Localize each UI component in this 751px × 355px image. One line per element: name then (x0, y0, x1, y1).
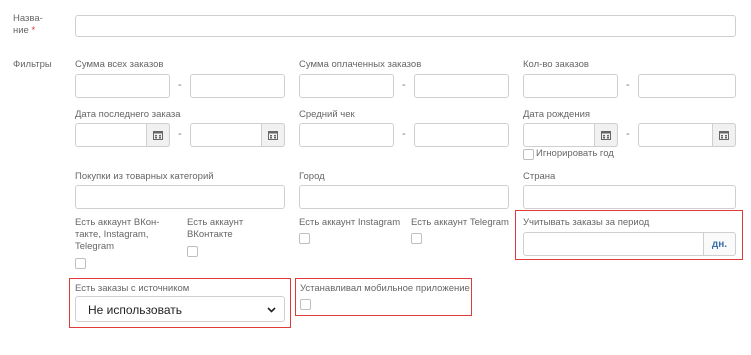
name-label-line2: ние (13, 25, 29, 36)
range-dash: - (178, 128, 182, 140)
country-label: Страна (523, 171, 556, 182)
sum-all-orders-label: Сумма всех заказов (75, 59, 164, 70)
orders-count-label: Кол-во заказов (523, 59, 589, 70)
has-instagram-label: Есть аккаунт Instagram (299, 217, 401, 228)
avg-check-label: Средний чек (299, 109, 355, 120)
avg-check-to[interactable] (414, 123, 509, 147)
range-dash: - (402, 79, 406, 91)
avg-check-from[interactable] (299, 123, 394, 147)
has-vk-label: Есть аккаунт ВКонтакте (187, 217, 244, 240)
name-input[interactable] (75, 15, 736, 37)
has-vk-checkbox[interactable] (187, 246, 198, 257)
range-dash: - (402, 128, 406, 140)
city-input[interactable] (299, 185, 509, 209)
has-vk-insta-tg-checkbox[interactable] (75, 258, 86, 269)
last-order-date-label: Дата последнего заказа (75, 109, 181, 120)
calendar-icon (268, 131, 278, 140)
name-label-line1: Назва- (13, 13, 43, 24)
sum-all-orders-from[interactable] (75, 74, 170, 98)
range-dash: - (626, 128, 630, 140)
mobile-app-checkbox[interactable] (300, 299, 311, 310)
has-instagram-checkbox[interactable] (299, 233, 310, 244)
calendar-button[interactable] (594, 123, 618, 147)
calendar-button[interactable] (712, 123, 736, 147)
has-vk-insta-tg-label: Есть аккаунт ВКон-такте, Instagram, Tele… (75, 217, 160, 252)
birth-date-label: Дата рождения (523, 109, 591, 120)
orders-count-from[interactable] (523, 74, 618, 98)
sum-paid-orders-to[interactable] (414, 74, 509, 98)
filters-label: Фильтры (13, 59, 52, 70)
country-input[interactable] (523, 185, 736, 209)
name-label: Назва- ние * (13, 13, 43, 37)
calendar-icon (601, 131, 611, 140)
orders-source-select[interactable]: Не использовать (75, 296, 285, 322)
categories-label: Покупки из товарных категорий (75, 171, 214, 182)
ignore-year-checkbox[interactable] (523, 149, 534, 160)
calendar-button[interactable] (261, 123, 285, 147)
sum-all-orders-to[interactable] (190, 74, 285, 98)
mobile-app-label: Устанавливал мобильное приложение (300, 283, 470, 294)
has-telegram-label: Есть аккаунт Telegram (411, 217, 509, 228)
required-mark: * (31, 25, 36, 36)
calendar-button[interactable] (146, 123, 170, 147)
orders-count-to[interactable] (638, 74, 736, 98)
sum-paid-orders-from[interactable] (299, 74, 394, 98)
range-dash: - (178, 79, 182, 91)
categories-input[interactable] (75, 185, 285, 209)
has-telegram-checkbox[interactable] (411, 233, 422, 244)
city-label: Город (299, 171, 325, 182)
orders-source-label: Есть заказы с источником (75, 283, 190, 294)
range-dash: - (626, 79, 630, 91)
calendar-icon (719, 131, 729, 140)
orders-period-input[interactable] (523, 232, 704, 256)
days-unit-addon: дн. (704, 232, 736, 256)
orders-period-label: Учитывать заказы за период (523, 217, 650, 228)
ignore-year-label: Игнорировать год (536, 148, 614, 159)
calendar-icon (153, 131, 163, 140)
orders-source-value: Не использовать (88, 303, 182, 317)
sum-paid-orders-label: Сумма оплаченных заказов (299, 59, 422, 70)
chevron-down-icon (267, 307, 276, 313)
